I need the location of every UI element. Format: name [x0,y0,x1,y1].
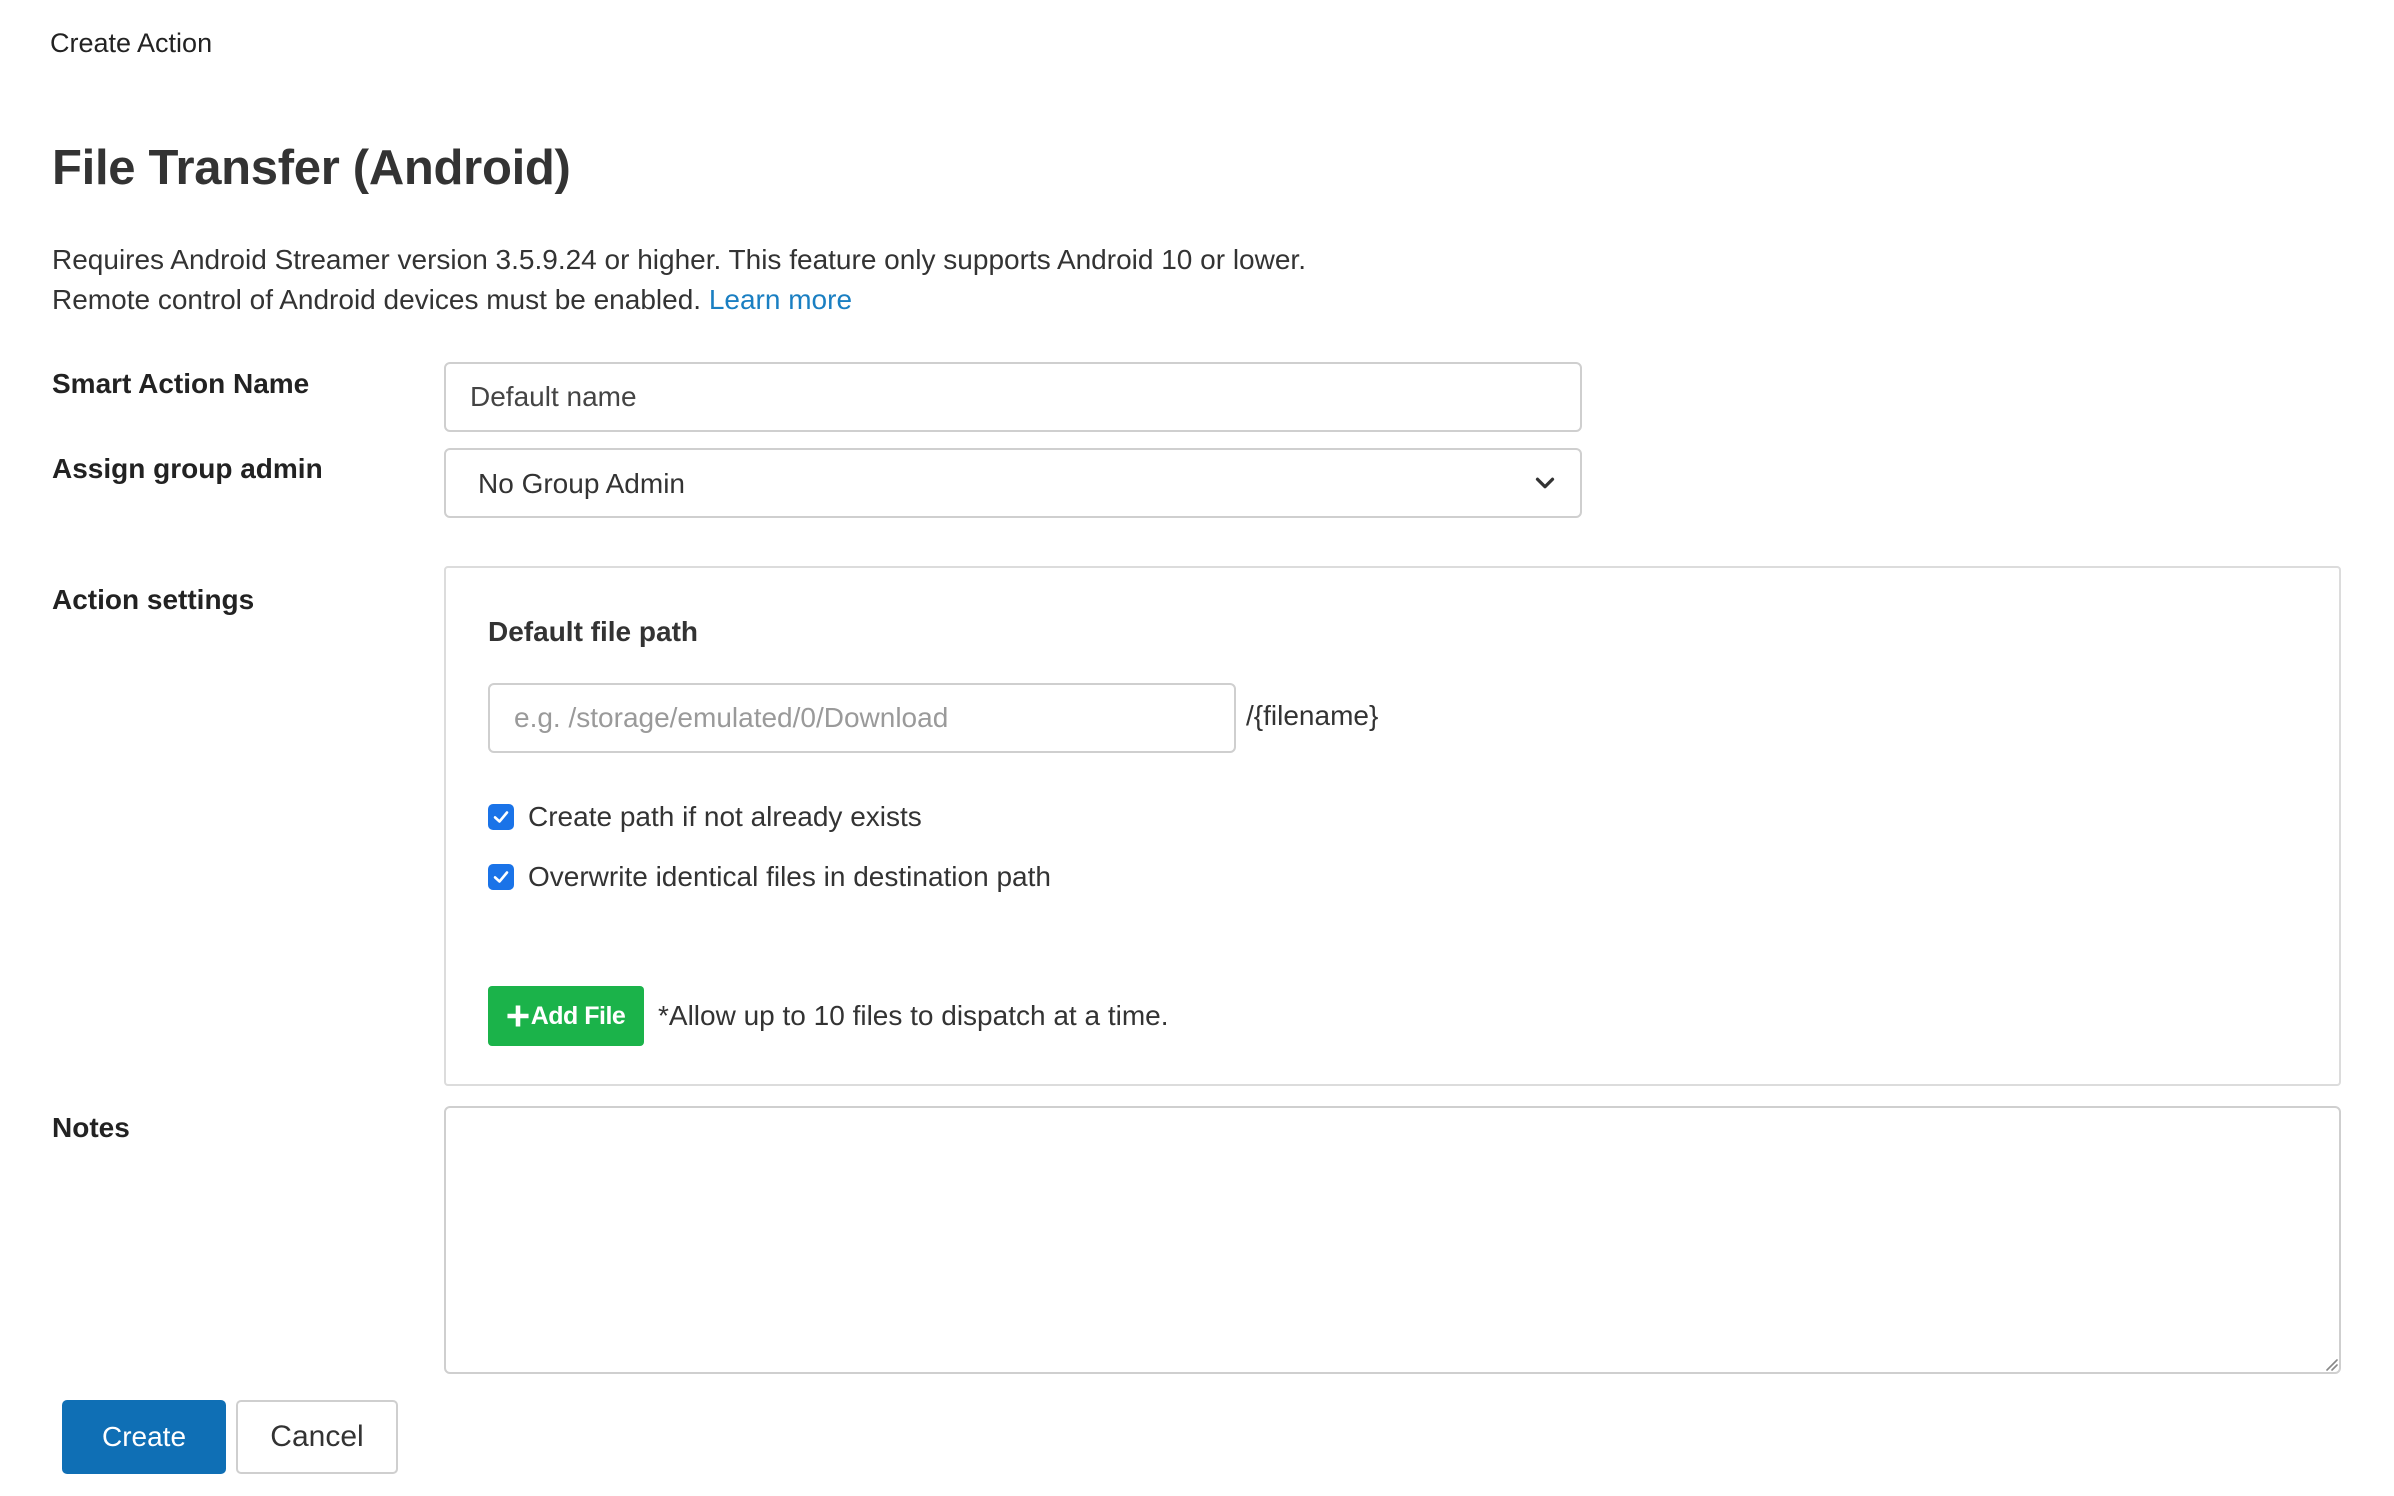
action-settings-panel: Default file path /{filename} Create pat… [444,566,2341,1086]
description-line-2: Remote control of Android devices must b… [52,284,702,315]
group-admin-label: Assign group admin [52,453,323,484]
create-path-label: Create path if not already exists [528,801,922,832]
overwrite-files-checkbox[interactable] [488,864,514,890]
smart-action-name-label: Smart Action Name [52,368,310,399]
action-settings-label: Action settings [52,584,255,615]
create-path-checkbox[interactable] [488,804,514,830]
chevron-down-icon [1535,477,1555,489]
breadcrumb: Create Action [50,28,213,58]
notes-textarea[interactable] [444,1106,2341,1374]
file-path-input[interactable] [488,683,1236,753]
add-file-note: *Allow up to 10 files to dispatch at a t… [658,1000,1169,1031]
cancel-button[interactable]: Cancel [236,1400,398,1474]
smart-action-name-input[interactable] [444,362,1582,432]
description-line-1: Requires Android Streamer version 3.5.9.… [52,244,1306,275]
add-file-button[interactable]: Add File [488,986,644,1046]
group-admin-select[interactable]: No Group Admin [444,448,1582,518]
plus-icon [507,1005,529,1027]
resize-grip-icon[interactable] [2322,1355,2338,1371]
default-file-path-heading: Default file path [488,616,699,647]
page-description: Requires Android Streamer version 3.5.9.… [52,240,1306,320]
checkmark-icon [493,811,509,823]
add-file-label: Add File [530,1001,626,1030]
learn-more-link[interactable]: Learn more [709,284,852,315]
overwrite-files-label: Overwrite identical files in destination… [528,861,1051,892]
group-admin-selected: No Group Admin [478,468,685,499]
page-title: File Transfer (Android) [52,141,571,195]
create-path-option: Create path if not already exists [488,800,922,834]
overwrite-files-option: Overwrite identical files in destination… [488,860,1051,894]
checkmark-icon [493,871,509,883]
notes-label: Notes [52,1112,130,1143]
create-button[interactable]: Create [62,1400,226,1474]
filename-suffix: /{filename} [1246,700,1379,731]
